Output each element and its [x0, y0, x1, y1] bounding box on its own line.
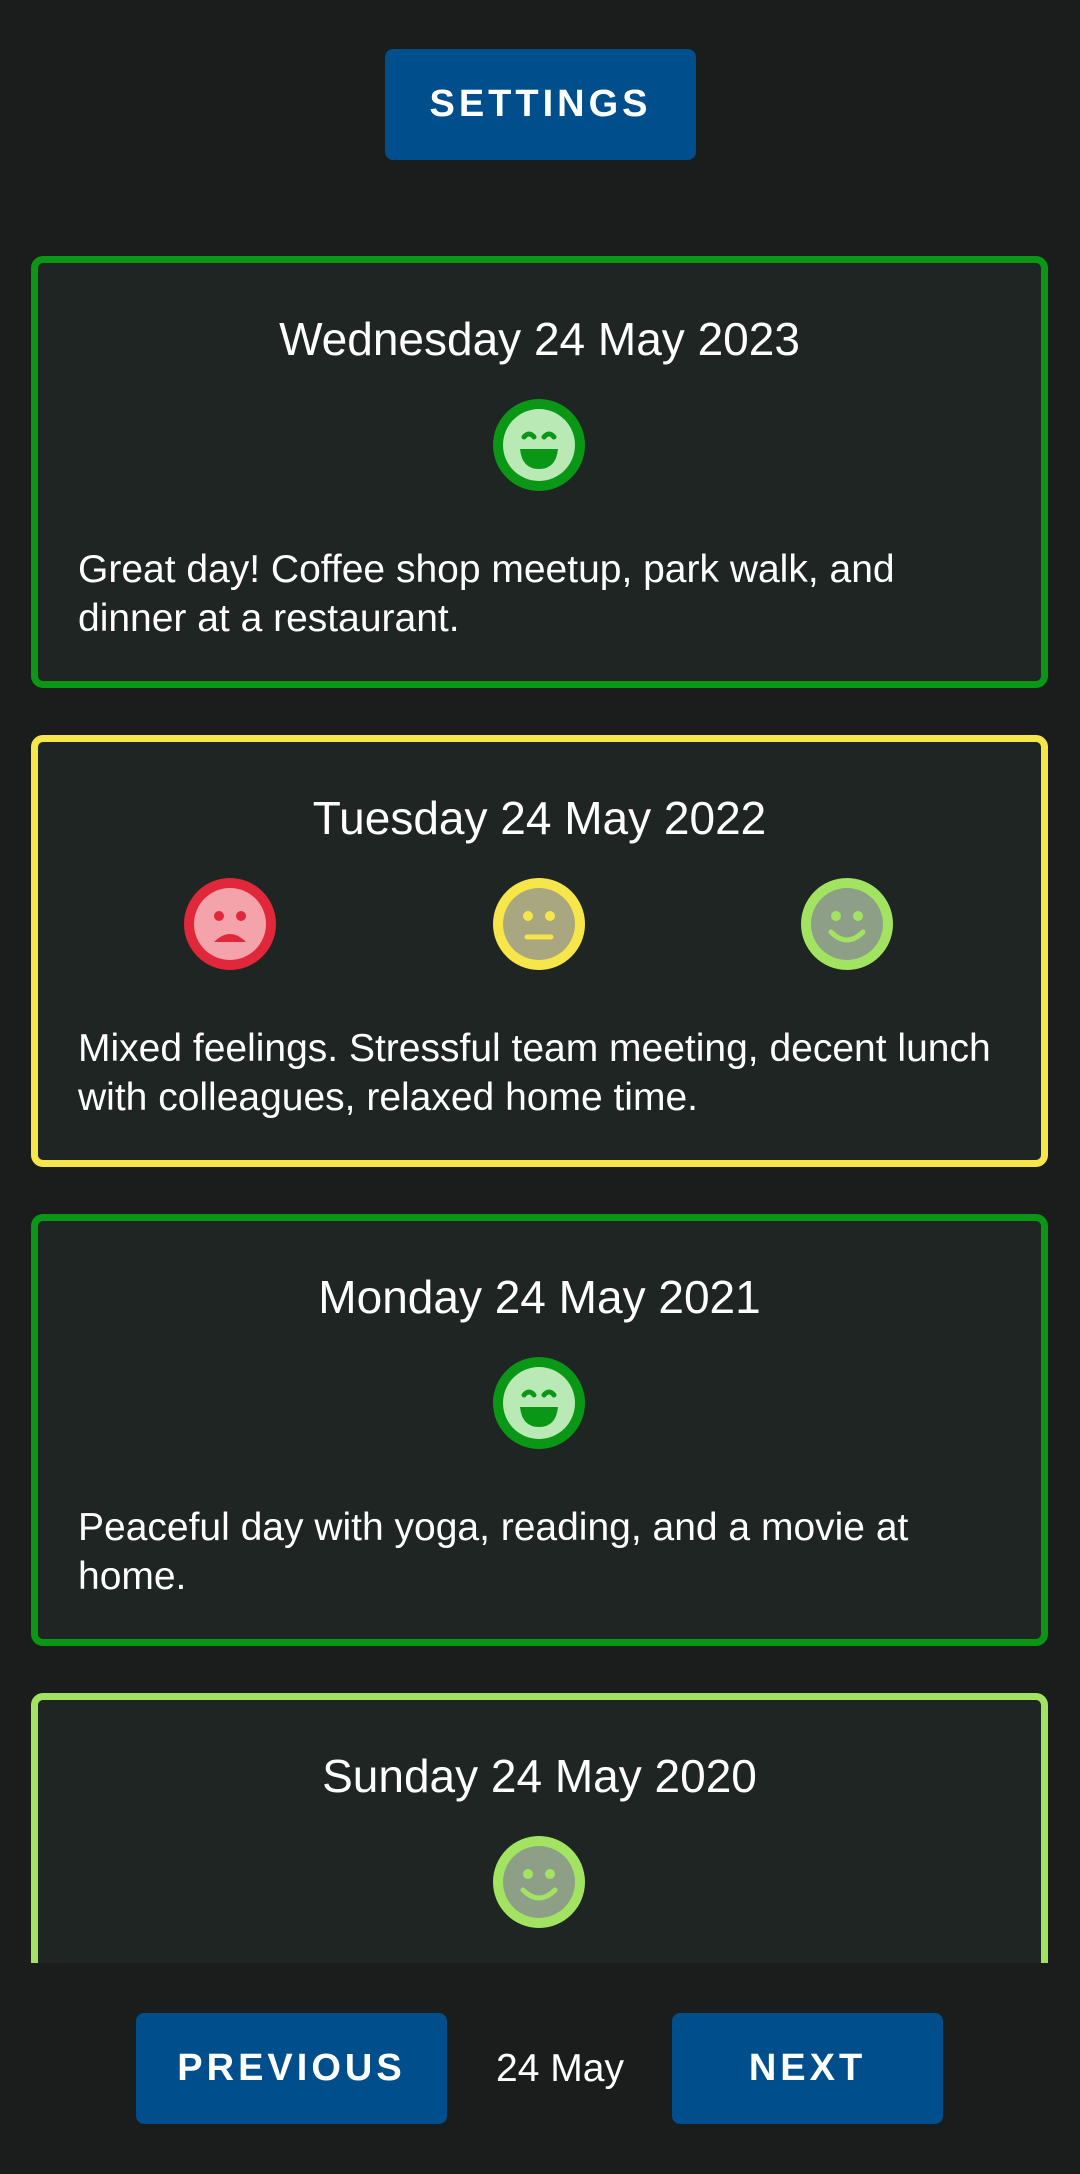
entries-list[interactable]: Wednesday 24 May 2023 Great day! Coffee …: [0, 230, 1080, 1963]
entry-moods: [38, 1836, 1041, 1928]
entry-note: Peaceful day with yoga, reading, and a m…: [78, 1506, 909, 1598]
happy-icon: [493, 1836, 585, 1928]
sad-icon: [184, 878, 276, 970]
neutral-icon: [493, 878, 585, 970]
entry-moods: [38, 878, 1041, 970]
current-date-label: 24 May: [496, 2046, 624, 2090]
entry-date: Monday 24 May 2021: [318, 1271, 761, 1323]
previous-button[interactable]: PREVIOUS: [136, 2013, 447, 2124]
entry-card[interactable]: Wednesday 24 May 2023 Great day! Coffee …: [31, 256, 1048, 688]
app-root: SETTINGS Wednesday 24 May 2023 Great day…: [0, 0, 1080, 2174]
date-navigation: PREVIOUS 24 May NEXT: [0, 1963, 1080, 2174]
entry-card[interactable]: Monday 24 May 2021 Peaceful day with yog…: [31, 1214, 1048, 1646]
entry-note: Great day! Coffee shop meetup, park walk…: [78, 548, 895, 640]
entry-date: Wednesday 24 May 2023: [279, 313, 800, 365]
happy-icon: [801, 878, 893, 970]
very-happy-icon: [493, 399, 585, 491]
entry-card[interactable]: Sunday 24 May 2020: [31, 1693, 1048, 1963]
settings-button[interactable]: SETTINGS: [385, 49, 696, 160]
entry-note: Mixed feelings. Stressful team meeting, …: [78, 1027, 991, 1119]
very-happy-icon: [493, 1357, 585, 1449]
next-button[interactable]: NEXT: [672, 2013, 943, 2124]
entry-date: Tuesday 24 May 2022: [312, 792, 767, 844]
entry-moods: [38, 399, 1041, 491]
entry-card[interactable]: Tuesday 24 May 2022 Mixed feelings. Stre…: [31, 735, 1048, 1167]
entry-moods: [38, 1357, 1041, 1449]
entry-date: Sunday 24 May 2020: [322, 1750, 757, 1802]
